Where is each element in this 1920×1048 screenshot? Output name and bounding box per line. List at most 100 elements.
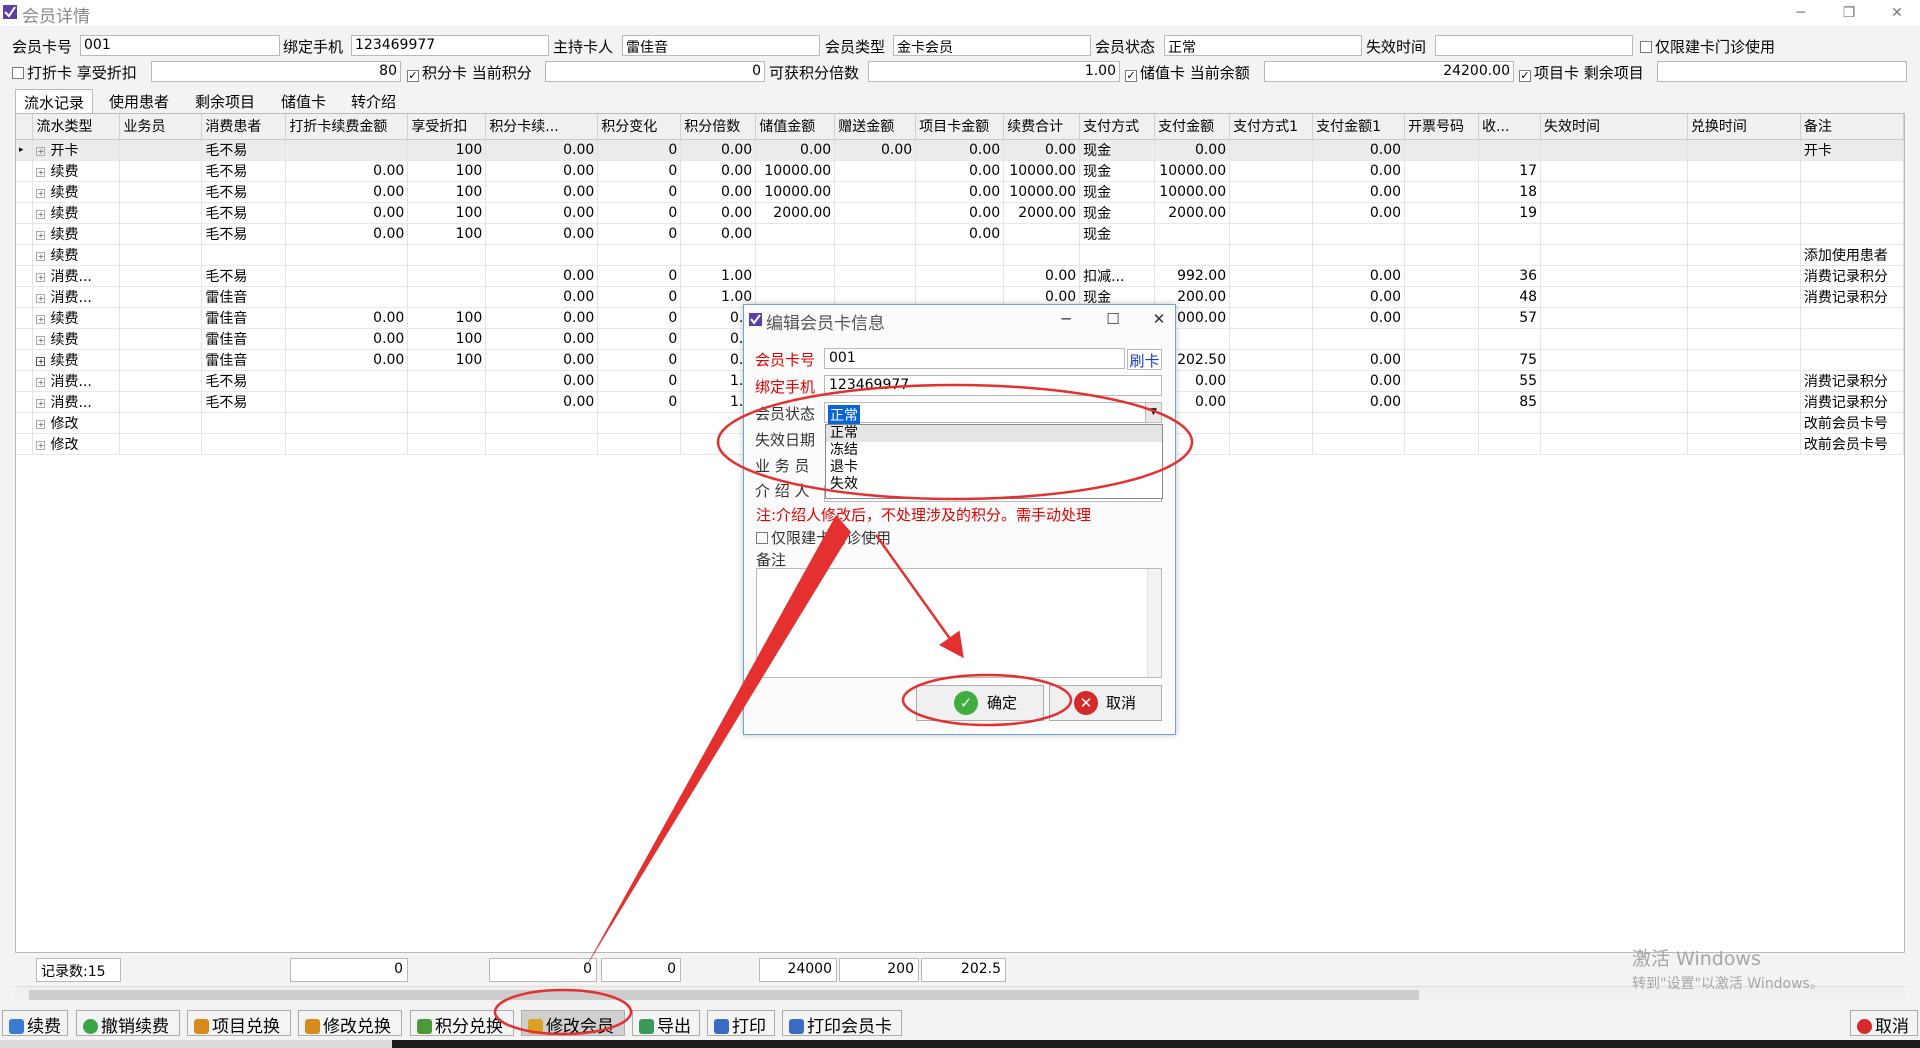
chevron-down-icon[interactable]: ▼ [1145,403,1161,422]
dialog-status-select[interactable]: 正常 ▼ [824,402,1162,425]
dialog-cancel-button[interactable]: ✕ 取消 [1049,685,1162,721]
expand-toggle-icon[interactable]: + [36,272,46,282]
tab-remaining-items[interactable]: 剩余项目 [187,89,263,113]
edit-member-button[interactable]: 修改会员 [521,1010,625,1037]
column-header[interactable]: 积分卡续... [485,114,599,140]
status-option-expired[interactable]: 失效 [826,476,1162,493]
print-card-button[interactable]: 打印会员卡 [782,1010,902,1037]
expand-plus-icon[interactable]: + [36,356,46,366]
status-option-frozen[interactable]: 冻结 [826,442,1162,459]
column-header[interactable]: 备注 [1800,114,1904,140]
stored-card-checkbox[interactable]: ✓ 储值卡 当前余额 [1125,62,1250,83]
phone-field[interactable]: 123469977 [351,35,549,56]
expire-time-field[interactable] [1435,35,1633,56]
column-header[interactable]: 支付方式 [1079,114,1156,140]
discount-field[interactable]: 80 [151,61,401,82]
dialog-card-no-field[interactable]: 001 [824,348,1125,369]
expand-toggle-icon[interactable]: + [36,377,46,387]
expand-toggle-icon[interactable]: + [36,440,46,450]
remark-scrollbar[interactable] [1147,569,1161,677]
expand-toggle-icon[interactable]: + [36,419,46,429]
points-field[interactable]: 0 [545,61,765,82]
item-card-checkbox[interactable]: ✓ 项目卡 剩余项目 [1519,62,1644,83]
column-header[interactable]: 支付金额 [1154,114,1231,140]
dialog-phone-field[interactable]: 123469977 [824,375,1162,396]
column-header[interactable]: 流水类型 [32,114,121,140]
column-header[interactable]: 消费患者 [201,114,287,140]
cancel-window-button[interactable]: 取消 [1850,1010,1918,1037]
tab-stored-card[interactable]: 储值卡 [273,89,334,113]
column-header[interactable]: 业务员 [119,114,203,140]
column-header[interactable]: 享受折扣 [407,114,487,140]
undo-renew-button[interactable]: 撤销续费 [76,1010,180,1037]
table-row[interactable]: ▸ + 开卡 毛不易 100 0.00 0 0.00 0.00 0.00 0.00 0.00 现金 0.0… [16,139,1904,161]
status-dropdown-list[interactable]: 正常 冻结 退卡 失效 [825,424,1163,499]
points-card-checkbox[interactable]: ✓ 积分卡 当前积分 [407,62,532,83]
column-header[interactable]: 储值金额 [755,114,836,140]
swipe-card-button[interactable]: 刷卡 [1127,349,1162,370]
expand-toggle-icon[interactable]: + [36,398,46,408]
column-header[interactable]: 续费合计 [1003,114,1081,140]
expand-toggle-icon[interactable]: + [36,230,46,240]
column-header[interactable]: 项目卡金额 [915,114,1005,140]
member-type-field[interactable]: 金卡会员 [893,35,1091,56]
item-exchange-button[interactable]: 项目兑换 [187,1010,291,1037]
export-button[interactable]: 导出 [632,1010,700,1037]
expand-toggle-icon[interactable]: + [36,209,46,219]
clinic-only-checkbox[interactable]: 仅限建卡门诊使用 [1640,36,1775,57]
tab-referral[interactable]: 转介绍 [343,89,404,113]
status-option-normal[interactable]: 正常 [826,425,1162,442]
multiplier-field[interactable]: 1.00 [868,61,1120,82]
column-header[interactable]: 积分变化 [597,114,682,140]
table-cell [407,391,487,413]
print-button[interactable]: 打印 [707,1010,775,1037]
member-status-field[interactable]: 正常 [1164,35,1362,56]
dialog-clinic-only-checkbox[interactable]: 仅限建卡门诊使用 [756,527,891,548]
renew-button[interactable]: 续费 [2,1010,68,1037]
column-header[interactable]: 失效时间 [1540,114,1688,140]
column-header[interactable]: 打折卡续费金额 [285,114,409,140]
column-header[interactable]: 收... [1478,114,1542,140]
column-header[interactable]: 支付方式1 [1229,114,1314,140]
table-cell: + 续费 [32,244,121,266]
expand-toggle-icon[interactable]: + [36,167,46,177]
horizontal-scrollbar[interactable] [15,986,1905,1002]
tab-patients[interactable]: 使用患者 [101,89,177,113]
dialog-minimize-button[interactable]: ─ [1051,307,1081,331]
expand-toggle-icon[interactable]: + [36,314,46,324]
dialog-remark-textarea[interactable] [756,568,1162,678]
holder-field[interactable]: 雷佳音 [622,35,820,56]
table-row[interactable]: + 续费 添加使用患者 [16,244,1904,266]
dialog-close-button[interactable]: ✕ [1144,307,1174,331]
table-row[interactable]: + 消费... 毛不易 0.00 0 1.00 0.00 扣减... 992.00 0.00 36 消… [16,265,1904,287]
discount-card-checkbox[interactable]: 打折卡 享受折扣 [12,62,137,83]
column-header[interactable]: 支付金额1 [1312,114,1406,140]
table-row[interactable]: + 续费 毛不易 0.00 100 0.00 0 0.00 0.00 现金 [16,223,1904,245]
table-row[interactable]: + 续费 毛不易 0.00 100 0.00 0 0.00 10000.00 0.00 10000.… [16,160,1904,182]
edit-exchange-button[interactable]: 修改兑换 [298,1010,402,1037]
column-header[interactable]: 积分倍数 [680,114,757,140]
table-row[interactable]: + 续费 毛不易 0.00 100 0.00 0 0.00 10000.00 0.00 10000.… [16,181,1904,203]
table-cell: + 续费 [32,202,121,224]
points-exchange-button[interactable]: 积分兑换 [410,1010,514,1037]
remaining-field[interactable] [1657,61,1907,82]
expand-toggle-icon[interactable]: + [36,251,46,261]
scrollbar-thumb[interactable] [29,990,1419,1000]
expand-toggle-icon[interactable]: + [36,146,46,156]
balance-field[interactable]: 24200.00 [1264,61,1514,82]
expand-toggle-icon[interactable]: + [36,293,46,303]
column-header[interactable]: 兑换时间 [1687,114,1801,140]
column-header[interactable]: 开票号码 [1404,114,1480,140]
tab-flow-records[interactable]: 流水记录 [15,89,94,113]
dialog-maximize-button[interactable]: ☐ [1098,307,1128,331]
close-button[interactable]: ✕ [1882,2,1912,24]
ok-button[interactable]: ✓ 确定 [916,685,1044,721]
expand-toggle-icon[interactable]: + [36,335,46,345]
expand-toggle-icon[interactable]: + [36,188,46,198]
minimize-button[interactable]: ─ [1786,2,1816,24]
status-option-refund[interactable]: 退卡 [826,459,1162,476]
table-row[interactable]: + 续费 毛不易 0.00 100 0.00 0 0.00 2000.00 0.00 2000.00… [16,202,1904,224]
restore-button[interactable]: ❐ [1834,2,1864,24]
card-no-field[interactable]: 001 [80,35,280,56]
column-header[interactable]: 赠送金额 [834,114,917,140]
